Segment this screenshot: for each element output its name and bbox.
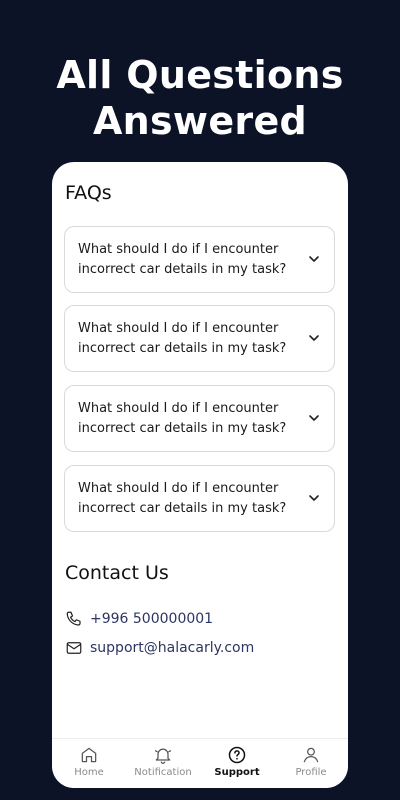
mail-icon	[66, 642, 82, 654]
hero-title: All Questions Answered	[0, 52, 400, 144]
tab-support[interactable]: Support	[200, 739, 274, 788]
faq-item[interactable]: What should I do if I encounter incorrec…	[64, 385, 335, 452]
user-icon	[303, 747, 319, 763]
chevron-down-icon	[309, 256, 319, 262]
faq-item[interactable]: What should I do if I encounter incorrec…	[64, 465, 335, 532]
tab-notification[interactable]: Notification	[126, 739, 200, 788]
contact-phone[interactable]: +996 500000001	[65, 608, 213, 630]
hero-title-line2: Answered	[92, 99, 308, 143]
tab-label: Support	[214, 767, 260, 778]
faq-question: What should I do if I encounter incorrec…	[78, 401, 287, 436]
faq-question: What should I do if I encounter incorrec…	[78, 321, 287, 356]
faq-section-title: FAQs	[65, 182, 112, 204]
hero-title-line1: All Questions	[56, 53, 344, 97]
phone-screen: FAQs What should I do if I encounter inc…	[52, 162, 348, 788]
chevron-down-icon	[309, 415, 319, 421]
home-icon	[81, 747, 97, 763]
tab-label: Profile	[295, 767, 327, 778]
faq-item[interactable]: What should I do if I encounter incorrec…	[64, 305, 335, 372]
faq-question: What should I do if I encounter incorrec…	[78, 481, 287, 516]
faq-item[interactable]: What should I do if I encounter incorrec…	[64, 226, 335, 293]
phone-icon	[66, 611, 81, 626]
contact-email[interactable]: support@halacarly.com	[65, 637, 254, 659]
tab-label: Home	[74, 767, 104, 778]
chevron-down-icon	[309, 335, 319, 341]
chevron-down-icon	[309, 495, 319, 501]
contact-email-text: support@halacarly.com	[90, 640, 255, 656]
faq-question: What should I do if I encounter incorrec…	[78, 242, 287, 277]
help-circle-icon	[228, 746, 246, 764]
tab-label: Notification	[134, 767, 192, 778]
bottom-tab-bar: Home Notification Support Profile	[52, 738, 348, 788]
tab-profile[interactable]: Profile	[274, 739, 348, 788]
bell-icon	[154, 748, 172, 764]
contact-phone-text: +996 500000001	[90, 611, 214, 627]
contact-section-title: Contact Us	[65, 562, 169, 584]
tab-home[interactable]: Home	[52, 739, 126, 788]
